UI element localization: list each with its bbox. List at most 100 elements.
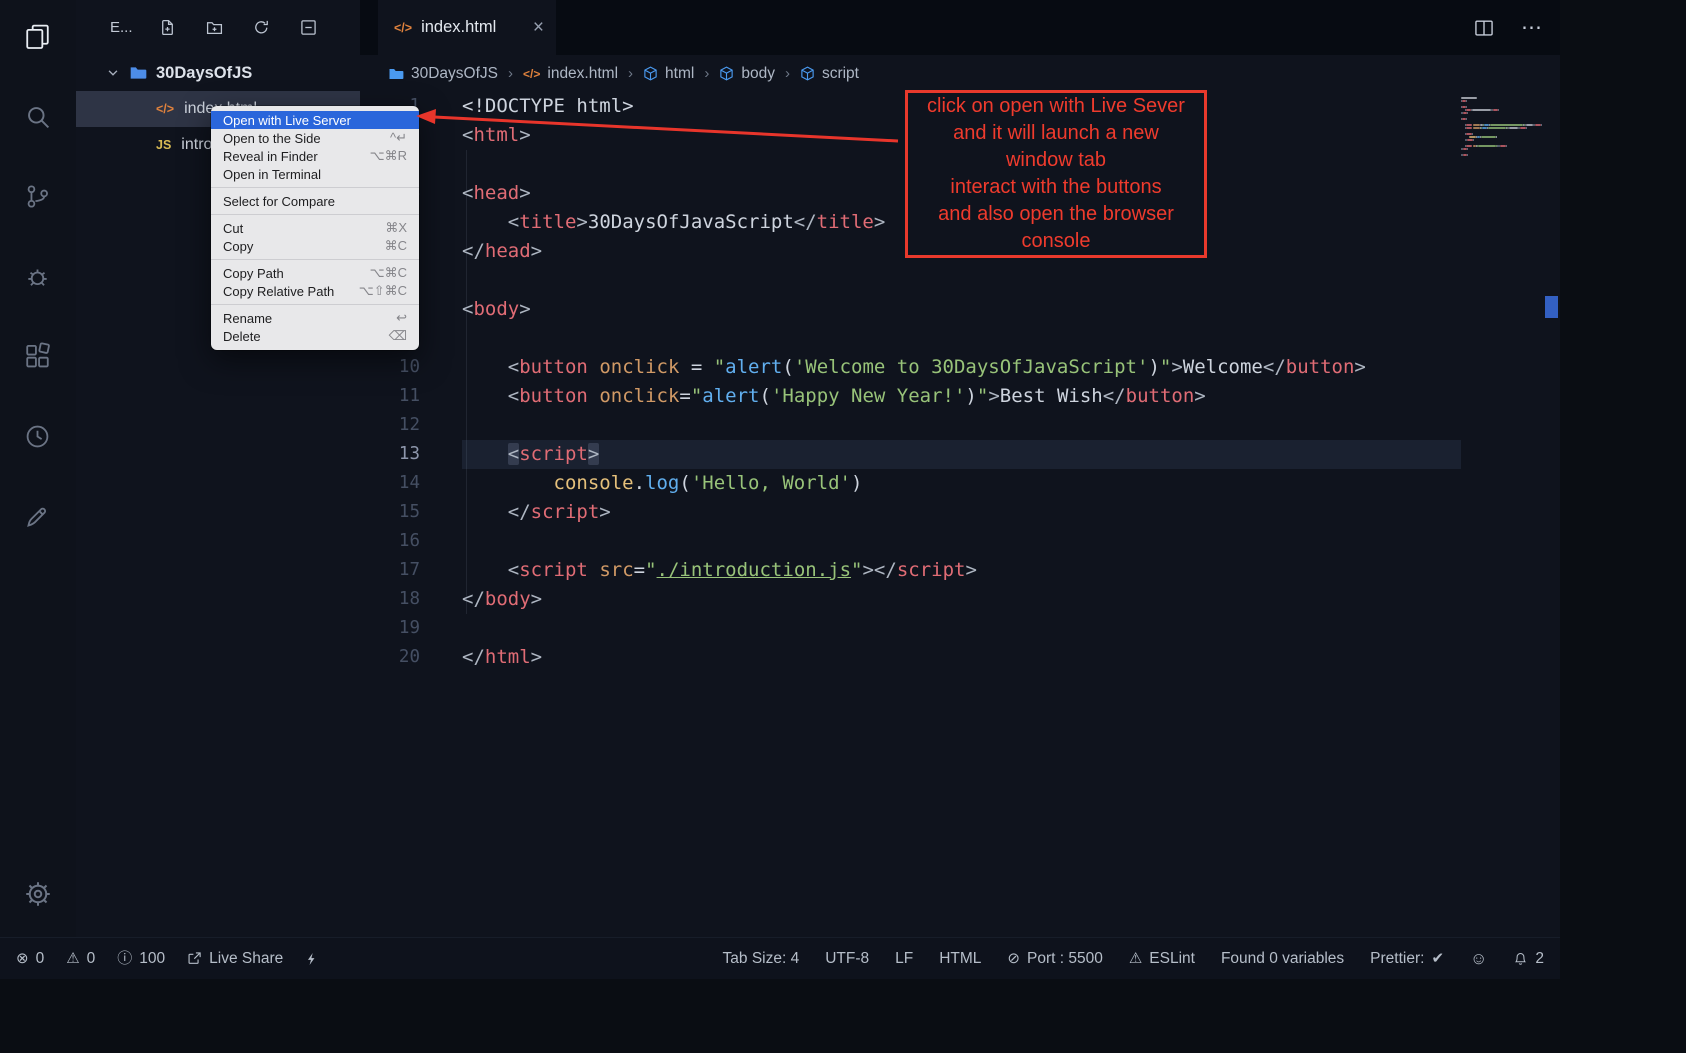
minimap-line [1461,124,1546,126]
code-line[interactable]: 8<body> [360,295,1461,324]
status-label: Found 0 variables [1221,950,1344,968]
status-label: 0 [36,950,45,968]
refresh-icon[interactable] [253,19,270,36]
status-item-eslint[interactable]: ⚠ESLint [1129,950,1195,968]
code-line[interactable]: 9 [360,324,1461,353]
menu-item-copy[interactable]: Copy⌘C [211,237,419,255]
breadcrumb-separator: › [785,65,790,82]
tab-index-html[interactable]: </> index.html × [378,0,556,55]
code-text: <!DOCTYPE html> [462,92,634,121]
status-item-utf-8[interactable]: UTF-8 [825,950,869,968]
menu-item-label: Rename [223,311,272,326]
new-file-icon[interactable] [159,19,176,36]
menu-item-copy-relative-path[interactable]: Copy Relative Path⌥⇧⌘C [211,282,419,300]
annotation-line: window tab [908,147,1204,174]
close-icon[interactable]: × [533,17,544,39]
code-line[interactable]: 13 <script> [360,440,1461,469]
explorer-icon[interactable] [23,22,53,52]
breadcrumb-item-index-html[interactable]: </>index.html [523,65,618,83]
minimap-line [1461,148,1546,150]
line-number: 17 [360,556,420,585]
code-line[interactable]: 20</html> [360,643,1461,672]
status-item-found-0-variables[interactable]: Found 0 variables [1221,950,1344,968]
status-item-html[interactable]: HTML [939,950,981,968]
status-item-smiley[interactable]: ☺ [1470,950,1487,967]
settings-gear-icon[interactable] [23,879,53,909]
symbol-icon [719,66,734,81]
status-item-100[interactable]: ⓘ100 [117,950,165,968]
smiley-icon: ☺ [1470,950,1487,967]
status-item-lf[interactable]: LF [895,950,913,968]
menu-item-reveal-in-finder[interactable]: Reveal in Finder⌥⌘R [211,147,419,165]
menu-item-shortcut: ⌥⌘R [370,148,407,164]
check-icon: ✔ [1431,951,1444,966]
more-actions-icon[interactable]: ⋯ [1521,17,1542,38]
menu-item-select-for-compare[interactable]: Select for Compare [211,192,419,210]
live-share-icon [187,951,202,966]
new-folder-icon[interactable] [206,19,223,36]
search-icon[interactable] [23,102,53,132]
minimap-line [1461,139,1546,141]
status-label: HTML [939,950,981,968]
overview-ruler-marker [1545,296,1558,318]
collapse-all-icon[interactable] [300,19,317,36]
line-number: 15 [360,498,420,527]
code-line[interactable]: 19 [360,614,1461,643]
annotation-line: console [908,228,1204,255]
menu-item-label: Cut [223,221,243,236]
run-debug-icon[interactable] [23,262,53,292]
menu-item-open-with-live-server[interactable]: Open with Live Server [211,111,419,129]
menu-item-open-to-the-side[interactable]: Open to the Side^↵ [211,129,419,147]
line-number: 20 [360,643,420,672]
breadcrumb-item-script[interactable]: script [800,65,859,83]
status-item-port-5500[interactable]: ⊘Port : 5500 [1007,950,1102,968]
breadcrumb-item-body[interactable]: body [719,65,775,83]
status-label: ESLint [1149,950,1195,968]
breadcrumb: 30DaysOfJS›</>index.html›html›body›scrip… [360,55,1560,92]
status-item-live-share[interactable]: Live Share [187,950,283,968]
breadcrumb-item-30daysofjs[interactable]: 30DaysOfJS [388,65,498,83]
menu-item-rename[interactable]: Rename↩ [211,309,419,327]
minimap-line [1461,100,1546,102]
folder-icon [388,66,404,82]
testing-icon[interactable] [23,502,53,532]
menu-item-copy-path[interactable]: Copy Path⌥⌘C [211,264,419,282]
code-line[interactable]: 14 console.log('Hello, World') [360,469,1461,498]
extensions-icon[interactable] [23,342,53,372]
status-label: Port : 5500 [1027,950,1103,968]
code-line[interactable]: 17 <script src="./introduction.js"></scr… [360,556,1461,585]
status-item-tab-size-4[interactable]: Tab Size: 4 [723,950,800,968]
code-line[interactable]: 7 [360,266,1461,295]
minimap-line [1461,103,1546,105]
code-text: <script> [462,440,599,469]
bolt-icon [305,951,319,967]
breadcrumb-item-html[interactable]: html [643,65,694,83]
code-line[interactable]: 16 [360,527,1461,556]
code-text: <button onclick = "alert('Welcome to 30D… [462,353,1366,382]
menu-item-cut[interactable]: Cut⌘X [211,219,419,237]
status-item-bolt[interactable] [305,951,319,967]
menu-separator [211,187,419,188]
source-control-icon[interactable] [23,182,53,212]
root-folder-row[interactable]: 30DaysOfJS [76,55,360,91]
status-item-2[interactable]: 2 [1513,950,1544,968]
split-editor-icon[interactable] [1473,17,1495,39]
breadcrumb-separator: › [628,65,633,82]
chevron-down-icon [106,66,120,80]
code-line[interactable]: 10 <button onclick = "alert('Welcome to … [360,353,1461,382]
tab-label: index.html [421,18,496,37]
menu-item-delete[interactable]: Delete⌫ [211,327,419,345]
menu-item-open-in-terminal[interactable]: Open in Terminal [211,165,419,183]
menu-item-label: Copy [223,239,253,254]
code-line[interactable]: 11 <button onclick="alert('Happy New Yea… [360,382,1461,411]
code-line[interactable]: 15 </script> [360,498,1461,527]
code-line[interactable]: 18</body> [360,585,1461,614]
minimap-line [1461,106,1546,108]
code-line[interactable]: 12 [360,411,1461,440]
status-item-0[interactable]: ⊗0 [16,950,44,968]
explorer-header-label: E... [110,19,133,36]
minimap[interactable] [1461,97,1546,156]
status-item-0[interactable]: ⚠0 [66,950,95,968]
timeline-icon[interactable] [23,422,53,452]
status-item-prettier[interactable]: Prettier:✔ [1370,950,1444,968]
